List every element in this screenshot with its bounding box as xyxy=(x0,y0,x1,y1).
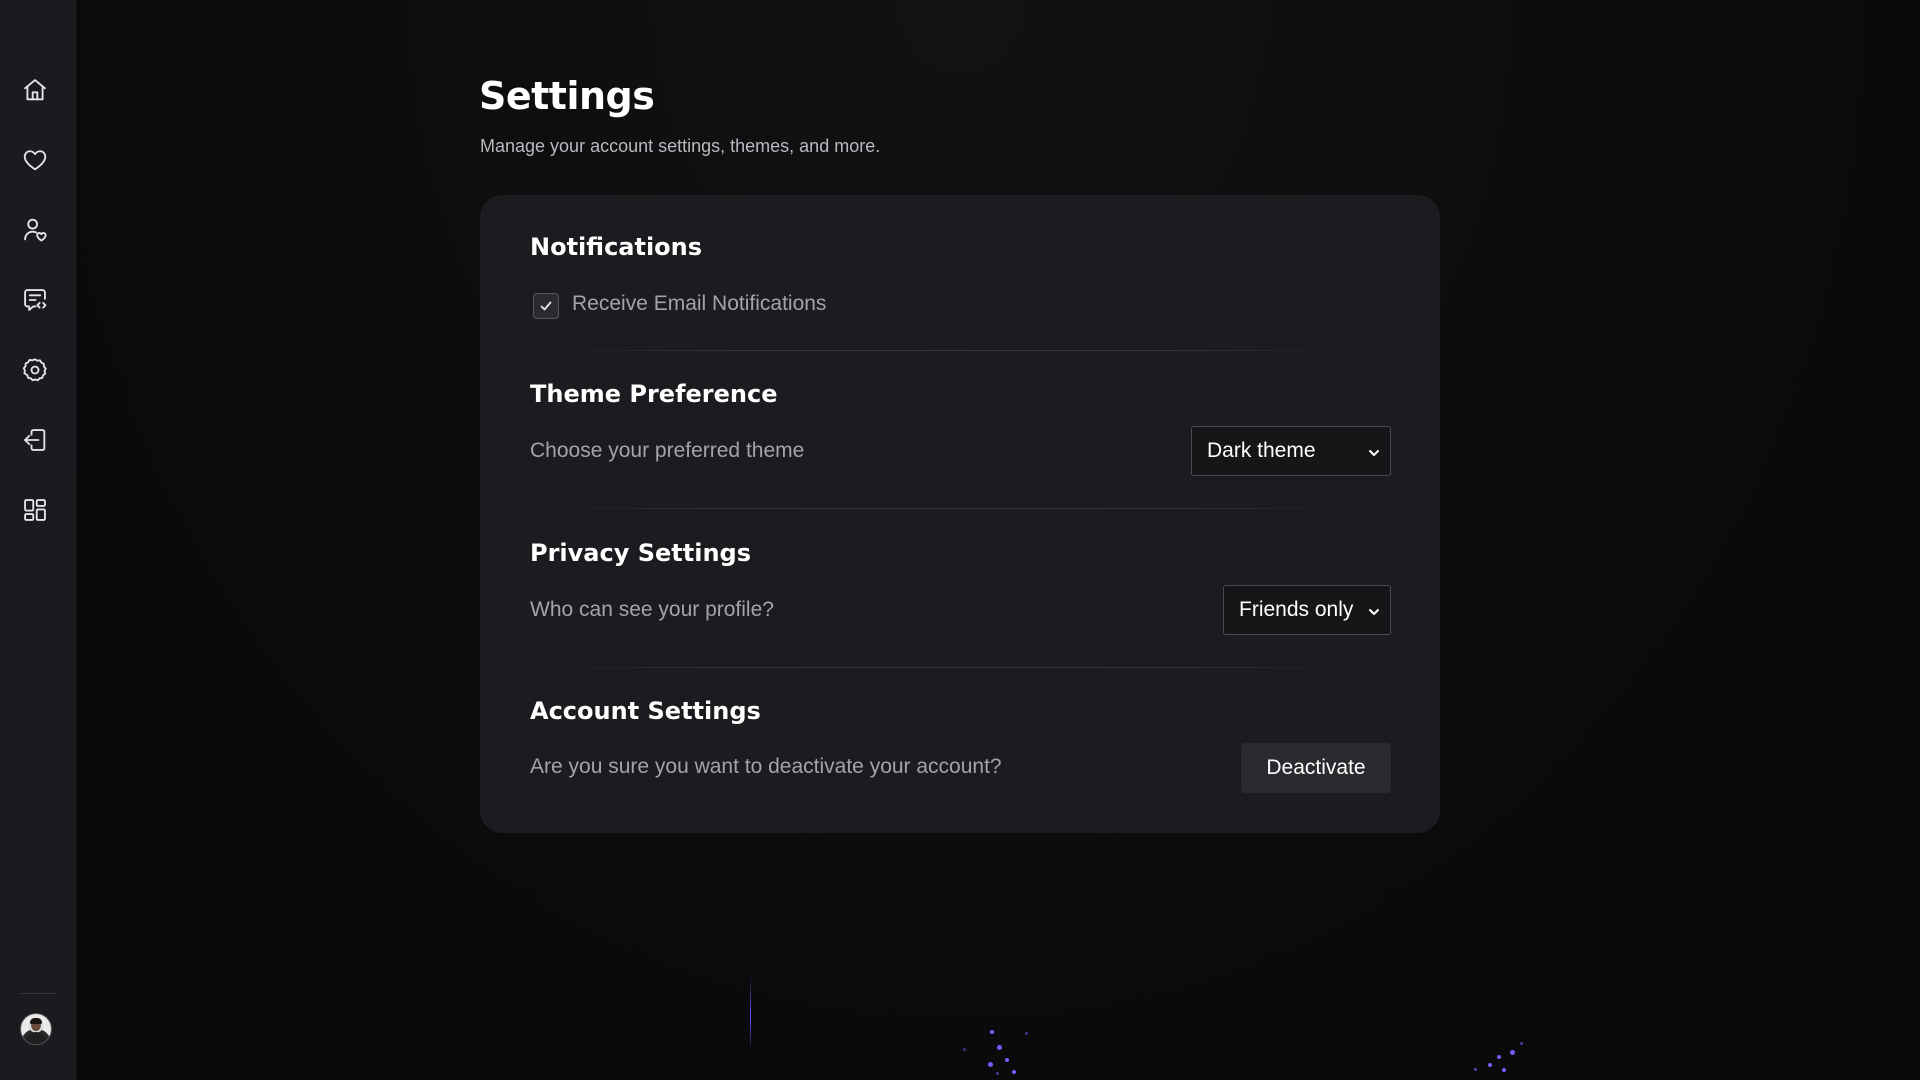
email-notifications-label[interactable]: Receive Email Notifications xyxy=(572,292,826,316)
privacy-select-value: Friends only xyxy=(1239,598,1354,621)
particle xyxy=(1502,1068,1506,1072)
account-description: Are you sure you want to deactivate your… xyxy=(530,755,1002,778)
particle xyxy=(1005,1058,1009,1062)
gear-icon[interactable] xyxy=(17,352,53,388)
logout-icon[interactable] xyxy=(17,422,53,458)
theme-select[interactable]: Dark theme xyxy=(1191,426,1391,476)
sidebar xyxy=(0,0,76,1080)
page-title: Settings xyxy=(479,74,655,118)
particle xyxy=(1488,1063,1492,1067)
avatar[interactable] xyxy=(20,1013,52,1045)
checkmark-icon xyxy=(540,301,552,311)
theme-select-value: Dark theme xyxy=(1207,439,1316,462)
section-divider xyxy=(540,508,1360,509)
section-divider xyxy=(540,350,1360,351)
app-root: Settings Manage your account settings, t… xyxy=(0,0,1920,1080)
particle xyxy=(1474,1068,1477,1071)
sidebar-divider xyxy=(20,993,55,994)
privacy-title: Privacy Settings xyxy=(530,539,752,567)
notifications-title: Notifications xyxy=(530,233,703,261)
particle xyxy=(997,1045,1002,1050)
account-title: Account Settings xyxy=(530,697,761,725)
privacy-select[interactable]: Friends only xyxy=(1223,585,1391,635)
home-icon[interactable] xyxy=(17,72,53,108)
page-subtitle: Manage your account settings, themes, an… xyxy=(480,136,881,156)
privacy-description: Who can see your profile? xyxy=(530,598,774,621)
particle xyxy=(963,1048,966,1051)
message-code-icon[interactable] xyxy=(17,282,53,318)
user-heart-icon[interactable] xyxy=(17,212,53,248)
particle xyxy=(996,1072,999,1075)
particle xyxy=(988,1062,993,1067)
particle xyxy=(1012,1070,1016,1074)
email-notifications-checkbox[interactable] xyxy=(533,293,559,319)
decorative-line xyxy=(750,975,751,1045)
settings-card: Notifications Receive Email Notification… xyxy=(480,195,1440,833)
avatar-body xyxy=(26,1032,46,1044)
section-divider xyxy=(540,667,1360,668)
particle xyxy=(990,1030,994,1034)
chevron-down-icon xyxy=(1366,602,1382,618)
theme-description: Choose your preferred theme xyxy=(530,439,805,462)
theme-title: Theme Preference xyxy=(530,380,778,408)
particle xyxy=(1510,1050,1515,1055)
particle xyxy=(1520,1042,1523,1045)
particle xyxy=(1497,1055,1501,1059)
chevron-down-icon xyxy=(1366,443,1382,459)
heart-icon[interactable] xyxy=(17,142,53,178)
grid-icon[interactable] xyxy=(17,492,53,528)
particle xyxy=(1025,1032,1028,1035)
avatar-hair xyxy=(30,1018,42,1024)
deactivate-button[interactable]: Deactivate xyxy=(1241,743,1391,793)
